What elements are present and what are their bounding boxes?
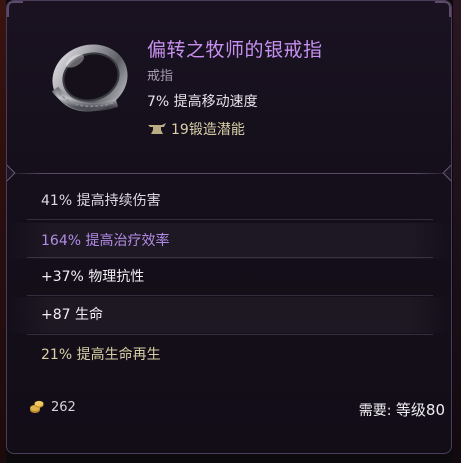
item-tooltip: 偏转之牧师的银戒指 戒指 7% 提高移动速度 19锻造潜能 41% 提高持续伤害… — [6, 0, 452, 454]
requirement-level: 等级80 — [395, 401, 445, 419]
forge-potential: 19锻造潜能 — [147, 119, 245, 139]
level-requirement: 需要: 等级80 — [359, 399, 445, 420]
affix-text: +87 生命 — [41, 307, 103, 323]
affix-text: 164% 提高治疗效率 — [41, 233, 170, 249]
affix-row: 164% 提高治疗效率 — [7, 223, 451, 259]
gold-coin-icon — [30, 400, 44, 413]
gold-value: 262 — [29, 399, 76, 415]
affix-separator — [27, 295, 433, 296]
affix-separator — [27, 257, 433, 258]
background-right-edge — [453, 0, 461, 463]
affix-separator — [27, 219, 433, 220]
affix-text: +37% 物理抗性 — [41, 269, 145, 285]
item-type: 戒指 — [147, 69, 174, 84]
item-base-stat: 7% 提高移动速度 — [147, 94, 258, 110]
tooltip-footer: 262 需要: 等级80 — [7, 393, 451, 423]
section-divider — [7, 173, 451, 174]
gold-amount: 262 — [51, 399, 76, 415]
affix-row: +37% 物理抗性 — [7, 259, 451, 295]
item-name: 偏转之牧师的银戒指 — [147, 39, 323, 61]
affix-row: +87 生命 — [7, 297, 451, 333]
anvil-icon — [148, 123, 166, 134]
silver-ring-icon — [51, 44, 128, 112]
frame-corner-right — [435, 1, 451, 17]
frame-corner-left — [7, 1, 23, 17]
affix-row: 41% 提高持续伤害 — [7, 183, 451, 219]
affix-text: 41% 提高持续伤害 — [41, 193, 161, 209]
affix-separator — [27, 334, 433, 335]
affix-row: 21% 提高生命再生 — [7, 337, 451, 373]
forge-potential-text: 19锻造潜能 — [171, 122, 245, 138]
requirement-label: 需要: — [358, 403, 396, 419]
affix-text: 21% 提高生命再生 — [41, 347, 161, 363]
